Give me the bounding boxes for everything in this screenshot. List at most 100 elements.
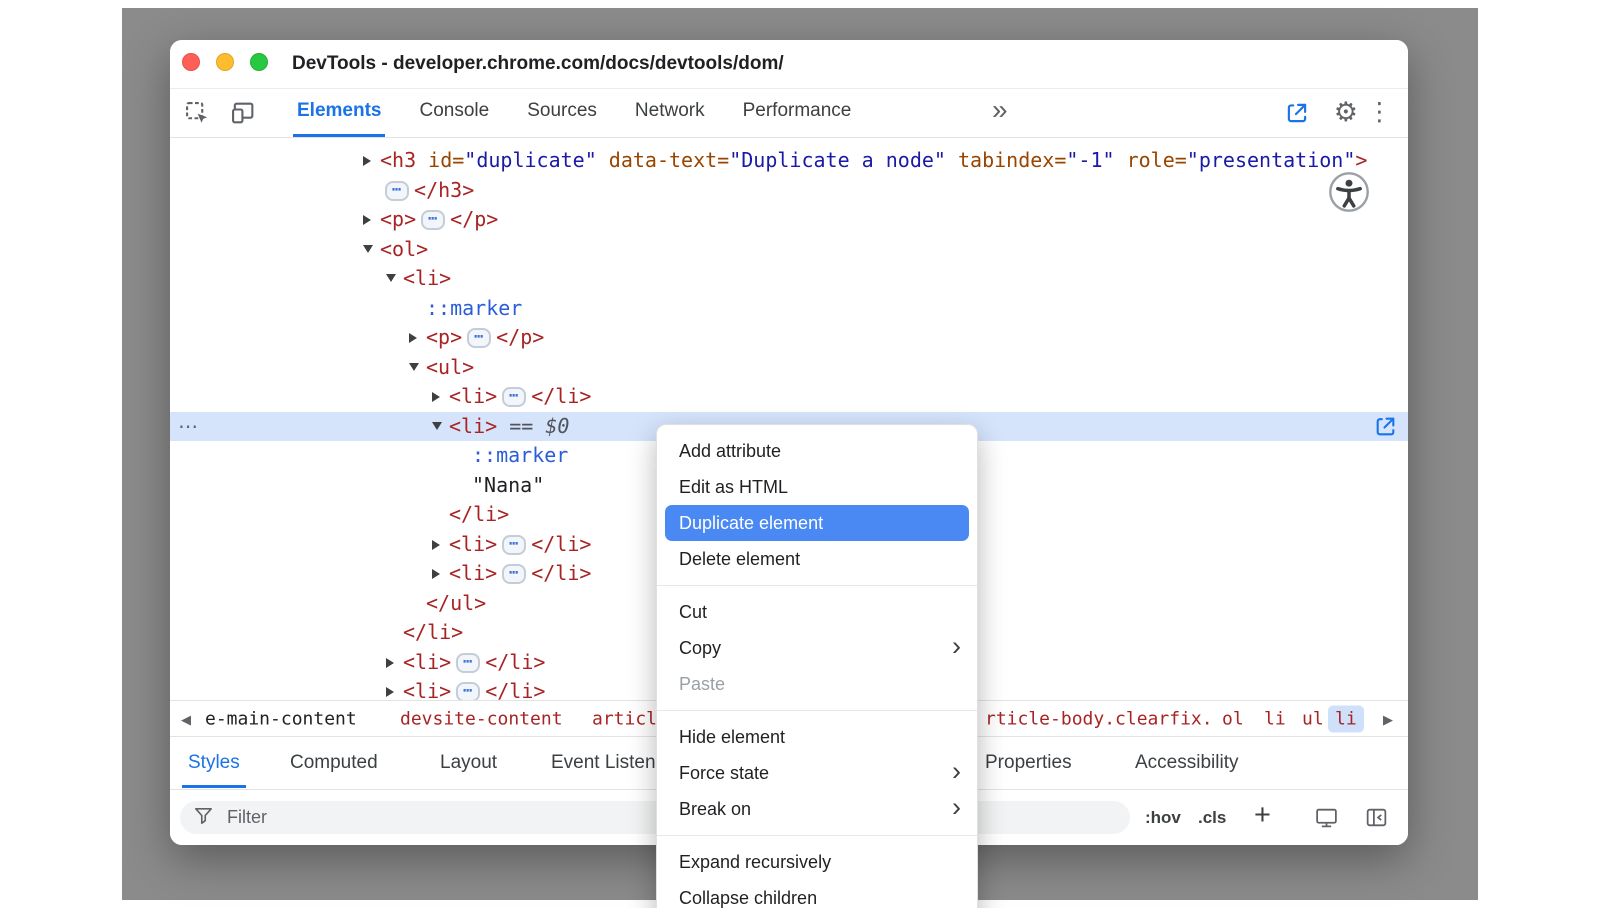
tab-computed[interactable]: Computed xyxy=(290,737,378,788)
menu-separator xyxy=(657,585,977,586)
menu-item-delete-element[interactable]: Delete element xyxy=(657,541,977,577)
node-ellipsis-button[interactable]: ⋯ xyxy=(456,653,480,673)
breadcrumb-item-ol[interactable]: ol xyxy=(1222,708,1244,729)
node-ellipsis-button[interactable]: ⋯ xyxy=(502,564,526,584)
breadcrumb-next-icon[interactable]: ▶ xyxy=(1376,701,1400,737)
filter-icon xyxy=(192,804,215,832)
node-str: "Nana" xyxy=(472,473,544,497)
menu-item-duplicate-element[interactable]: Duplicate element xyxy=(665,505,969,541)
menu-item-paste[interactable]: Paste xyxy=(657,666,977,702)
node-tag: <ul> xyxy=(426,355,474,379)
overflow-menu-dots-icon[interactable]: ⋯ xyxy=(178,412,199,442)
cast-icon[interactable] xyxy=(1282,98,1312,128)
breadcrumb-item-li[interactable]: li xyxy=(1328,705,1364,732)
expand-arrow-icon[interactable] xyxy=(363,205,380,235)
node-ellipsis-button[interactable]: ⋯ xyxy=(502,387,526,407)
collapse-arrow-icon[interactable] xyxy=(409,353,426,383)
dom-tree-row[interactable]: <p>⋯</p> xyxy=(170,323,1408,353)
breadcrumb-item-rticle-body-clearfix[interactable]: rticle-body.clearfix. xyxy=(985,708,1213,729)
zoom-button[interactable] xyxy=(250,53,268,71)
tab-network[interactable]: Network xyxy=(635,88,705,137)
device-toolbar-icon[interactable] xyxy=(228,98,258,128)
dom-tree-row[interactable]: <p>⋯</p> xyxy=(170,205,1408,235)
more-options-icon[interactable]: ⋮ xyxy=(1367,97,1392,127)
node-tag: </p> xyxy=(450,207,498,231)
dom-tree-row[interactable]: <li> xyxy=(170,264,1408,294)
dom-tree-row[interactable]: <li>⋯</li> xyxy=(170,382,1408,412)
menu-item-label: Break on xyxy=(679,799,751,820)
toggle-element-state-button[interactable]: :hov xyxy=(1145,790,1181,845)
menu-item-label: Cut xyxy=(679,602,707,623)
node-tag: <li> xyxy=(449,384,497,408)
screenshot-stage: DevTools - developer.chrome.com/docs/dev… xyxy=(0,0,1600,908)
breadcrumb-item-li[interactable]: li xyxy=(1264,708,1286,729)
rendering-icon[interactable] xyxy=(1314,805,1339,835)
dom-tree-row[interactable]: <h3 id="duplicate" data-text="Duplicate … xyxy=(170,146,1408,176)
accessibility-icon[interactable] xyxy=(1327,170,1371,219)
menu-item-expand-recursively[interactable]: Expand recursively xyxy=(657,844,977,880)
dom-tree-row[interactable]: ⋯</h3> xyxy=(170,176,1408,206)
expand-arrow-icon[interactable] xyxy=(432,559,449,589)
titlebar: DevTools - developer.chrome.com/docs/dev… xyxy=(170,40,1408,89)
tab-console[interactable]: Console xyxy=(419,88,489,137)
dom-tree-row[interactable]: ::marker xyxy=(170,294,1408,324)
collapse-arrow-icon[interactable] xyxy=(432,412,449,442)
menu-item-hide-element[interactable]: Hide element xyxy=(657,719,977,755)
expand-arrow-icon[interactable] xyxy=(432,530,449,560)
menu-item-break-on[interactable]: Break on› xyxy=(657,791,977,827)
node-tag: </li> xyxy=(449,502,509,526)
submenu-chevron-icon: › xyxy=(952,758,961,785)
menu-item-label: Expand recursively xyxy=(679,852,831,873)
menu-item-collapse-children[interactable]: Collapse children xyxy=(657,880,977,908)
minimize-button[interactable] xyxy=(216,53,234,71)
breadcrumb-item-ul[interactable]: ul xyxy=(1302,708,1324,729)
context-menu: Add attributeEdit as HTML Duplicate eleme… xyxy=(656,424,978,908)
node-attr: data-text= xyxy=(597,148,729,172)
menu-item-force-state[interactable]: Force state› xyxy=(657,755,977,791)
close-button[interactable] xyxy=(182,53,200,71)
node-attr: role= xyxy=(1115,148,1187,172)
collapse-arrow-icon[interactable] xyxy=(363,235,380,265)
expand-arrow-icon[interactable] xyxy=(363,146,380,176)
more-tabs-icon[interactable]: » xyxy=(992,88,1008,132)
menu-item-edit-as-html[interactable]: Edit as HTML xyxy=(657,469,977,505)
toggle-sidebar-icon[interactable] xyxy=(1364,805,1389,835)
node-ellipsis-button[interactable]: ⋯ xyxy=(456,682,480,700)
breadcrumb-item-e-main-content[interactable]: e-main-content xyxy=(205,708,357,729)
tab-properties[interactable]: Properties xyxy=(985,737,1072,788)
node-eq: == xyxy=(497,414,545,438)
collapse-arrow-icon[interactable] xyxy=(386,264,403,294)
menu-item-cut[interactable]: Cut xyxy=(657,594,977,630)
tab-sources[interactable]: Sources xyxy=(527,88,597,137)
node-ellipsis-button[interactable]: ⋯ xyxy=(385,181,409,201)
menu-item-add-attribute[interactable]: Add attribute xyxy=(657,433,977,469)
node-tag: <h3 xyxy=(380,148,416,172)
settings-icon[interactable]: ⚙ xyxy=(1334,97,1358,127)
node-tag: <li> xyxy=(449,532,497,556)
node-tag: </li> xyxy=(531,384,591,408)
expand-arrow-icon[interactable] xyxy=(409,323,426,353)
new-style-rule-button[interactable]: + xyxy=(1254,788,1271,843)
tab-performance[interactable]: Performance xyxy=(743,88,852,137)
expand-arrow-icon[interactable] xyxy=(386,677,403,700)
dom-tree-row[interactable]: <ol> xyxy=(170,235,1408,265)
node-ellipsis-button[interactable]: ⋯ xyxy=(467,328,491,348)
node-ellipsis-button[interactable]: ⋯ xyxy=(502,535,526,555)
element-classes-button[interactable]: .cls xyxy=(1198,790,1226,845)
expand-arrow-icon[interactable] xyxy=(386,648,403,678)
submenu-chevron-icon: › xyxy=(952,633,961,660)
tab-elements[interactable]: Elements xyxy=(297,88,381,137)
tab-styles[interactable]: Styles xyxy=(188,737,240,788)
dom-tree-row[interactable]: <ul> xyxy=(170,353,1408,383)
node-dollar: $0 xyxy=(545,414,569,438)
menu-item-label: Duplicate element xyxy=(679,513,823,534)
tab-layout[interactable]: Layout xyxy=(440,737,497,788)
menu-item-label: Copy xyxy=(679,638,721,659)
menu-item-copy[interactable]: Copy › xyxy=(657,630,977,666)
menu-separator xyxy=(657,710,977,711)
breadcrumb-item-devsite-content[interactable]: devsite-content xyxy=(400,708,563,729)
inspect-icon[interactable] xyxy=(182,98,212,128)
tab-accessibility[interactable]: Accessibility xyxy=(1135,737,1238,788)
expand-arrow-icon[interactable] xyxy=(432,382,449,412)
node-ellipsis-button[interactable]: ⋯ xyxy=(421,210,445,230)
